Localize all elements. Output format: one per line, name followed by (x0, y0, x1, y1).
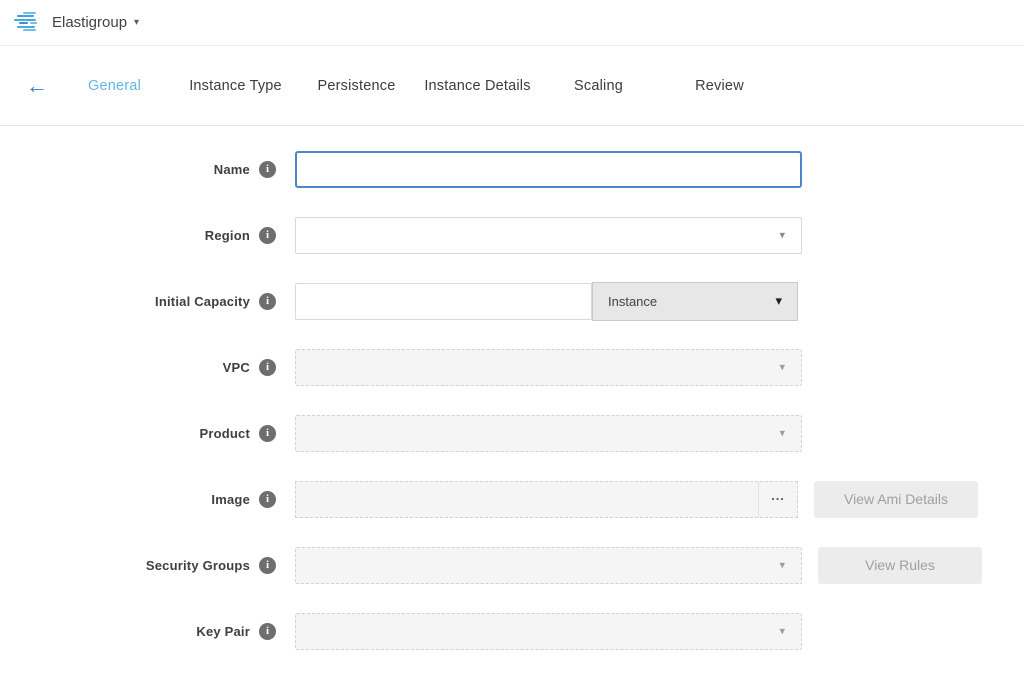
elastigroup-logo-icon (14, 11, 40, 35)
caret-down-icon: ▾ (779, 559, 785, 572)
caret-down-icon: ▾ (779, 229, 785, 242)
region-label: Region (0, 228, 250, 243)
view-ami-details-button[interactable]: View Ami Details (814, 481, 978, 518)
form-row-security-groups: Security Groups i ▾ View Rules (0, 546, 1024, 584)
form-row-key-pair: Key Pair i ▾ (0, 612, 1024, 650)
tab-review[interactable]: Review (659, 78, 780, 94)
initial-capacity-info-icon[interactable]: i (259, 293, 276, 310)
tab-instance-details[interactable]: Instance Details (417, 78, 538, 94)
product-info-icon[interactable]: i (259, 425, 276, 442)
form-row-product: Product i ▾ (0, 414, 1024, 452)
image-input[interactable]: ... (295, 481, 798, 518)
key-pair-info-icon[interactable]: i (259, 623, 276, 640)
image-browse-button[interactable]: ... (759, 482, 797, 517)
tab-instance-type[interactable]: Instance Type (175, 78, 296, 94)
product-select[interactable]: ▾ (295, 415, 802, 452)
form-row-region: Region i ▾ (0, 216, 1024, 254)
security-groups-info-icon[interactable]: i (259, 557, 276, 574)
image-label: Image (0, 492, 250, 507)
security-groups-label: Security Groups (0, 558, 250, 573)
caret-down-icon: ▾ (779, 625, 785, 638)
name-label: Name (0, 162, 250, 177)
region-select[interactable]: ▾ (295, 217, 802, 254)
capacity-unit-select[interactable]: Instance ▾ (592, 282, 798, 321)
back-arrow-icon[interactable]: ← (20, 75, 54, 97)
region-info-icon[interactable]: i (259, 227, 276, 244)
vpc-label: VPC (0, 360, 250, 375)
general-settings-form: Name i Region i ▾ Initial Capacity i Ins… (0, 126, 1024, 650)
capacity-unit-value: Instance (608, 294, 657, 309)
image-input-field[interactable] (296, 482, 759, 517)
top-bar: Elastigroup ▾ (0, 0, 1024, 46)
security-groups-select[interactable]: ▾ (295, 547, 802, 584)
form-row-name: Name i (0, 150, 1024, 188)
view-rules-button[interactable]: View Rules (818, 547, 982, 584)
caret-down-icon: ▾ (779, 427, 785, 440)
form-row-vpc: VPC i ▾ (0, 348, 1024, 386)
image-info-icon[interactable]: i (259, 491, 276, 508)
name-input[interactable] (295, 151, 802, 188)
initial-capacity-input[interactable] (295, 283, 592, 320)
caret-down-icon: ▾ (779, 361, 785, 374)
vpc-select[interactable]: ▾ (295, 349, 802, 386)
tab-persistence[interactable]: Persistence (296, 78, 417, 94)
name-info-icon[interactable]: i (259, 161, 276, 178)
tab-general[interactable]: General (54, 78, 175, 94)
tab-scaling[interactable]: Scaling (538, 78, 659, 94)
key-pair-select[interactable]: ▾ (295, 613, 802, 650)
wizard-tab-bar: ← General Instance Type Persistence Inst… (0, 46, 1024, 126)
vpc-info-icon[interactable]: i (259, 359, 276, 376)
app-switcher-caret-icon[interactable]: ▾ (134, 17, 139, 28)
product-label: Product (0, 426, 250, 441)
form-row-image: Image i ... View Ami Details (0, 480, 1024, 518)
app-switcher-label[interactable]: Elastigroup (52, 14, 127, 31)
initial-capacity-label: Initial Capacity (0, 294, 250, 309)
key-pair-label: Key Pair (0, 624, 250, 639)
caret-down-icon: ▾ (775, 293, 782, 309)
form-row-initial-capacity: Initial Capacity i Instance ▾ (0, 282, 1024, 320)
